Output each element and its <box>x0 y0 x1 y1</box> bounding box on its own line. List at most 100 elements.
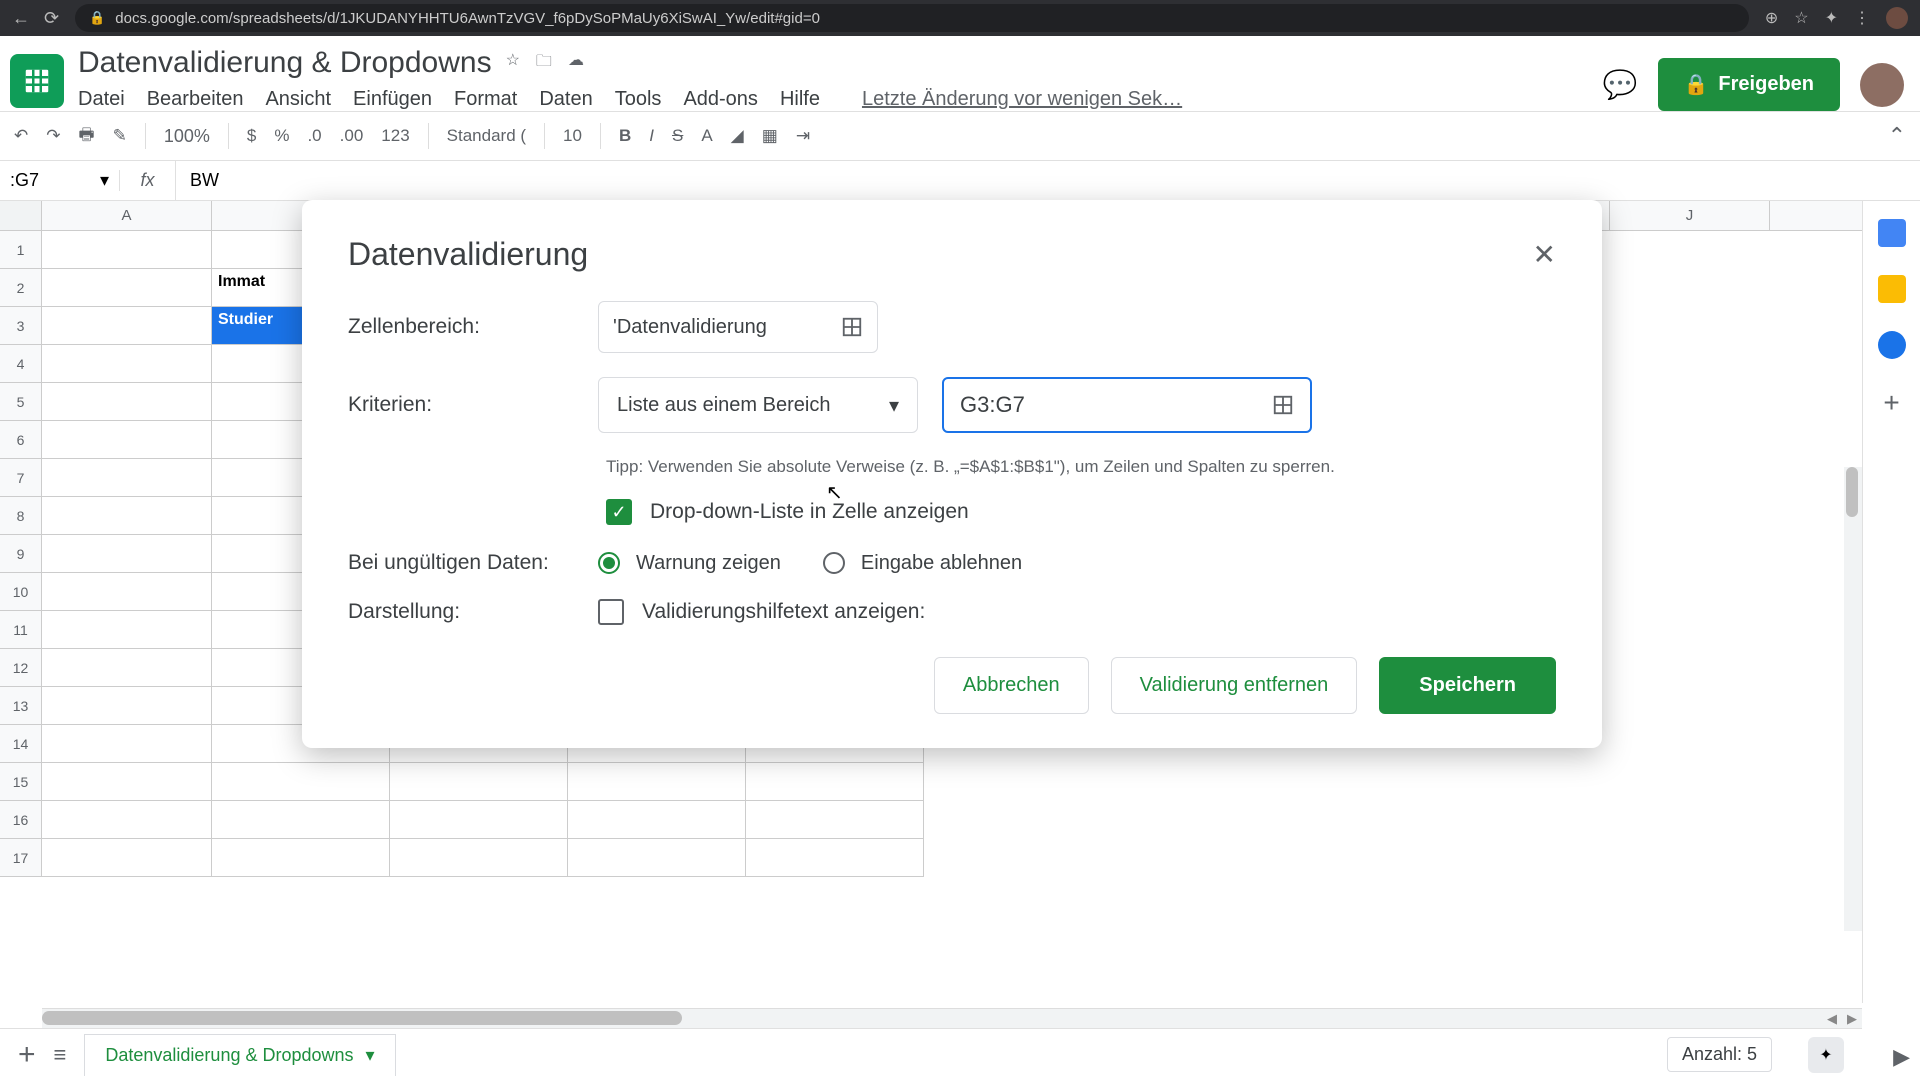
criteria-select[interactable]: Liste aus einem Bereich ▾ <box>598 377 918 433</box>
sheet-tab[interactable]: Datenvalidierung & Dropdowns ▾ <box>84 1034 395 1076</box>
cloud-icon[interactable]: ☁ <box>568 50 584 77</box>
cell[interactable] <box>42 535 212 573</box>
last-edit-link[interactable]: Letzte Änderung vor wenigen Sek… <box>862 88 1182 111</box>
cell[interactable] <box>42 725 212 763</box>
document-title[interactable]: Datenvalidierung & Dropdowns <box>78 46 492 80</box>
zoom-icon[interactable]: ⊕ <box>1765 8 1778 28</box>
undo-icon[interactable]: ↶ <box>14 126 28 146</box>
menu-einfuegen[interactable]: Einfügen <box>353 88 432 111</box>
cell[interactable] <box>42 649 212 687</box>
collapse-toolbar-icon[interactable]: ⌃ <box>1888 123 1906 149</box>
nav-back-icon[interactable]: ← <box>12 8 30 29</box>
dialog-close-button[interactable]: ✕ <box>1533 238 1556 271</box>
cell-range-input[interactable]: 'Datenvalidierung <box>598 301 878 353</box>
star-doc-icon[interactable]: ☆ <box>506 50 520 77</box>
selection-count[interactable]: Anzahl: 5 <box>1667 1037 1772 1072</box>
hscroll-right-icon[interactable]: ▶ <box>1842 1009 1862 1029</box>
more-formats[interactable]: 123 <box>381 126 409 146</box>
extension-icon[interactable]: ✦ <box>1825 8 1838 28</box>
cell[interactable] <box>42 801 212 839</box>
comments-icon[interactable]: 💬 <box>1603 68 1638 101</box>
bold-icon[interactable]: B <box>619 126 631 146</box>
range-picker-icon[interactable] <box>841 316 863 338</box>
dec-increase[interactable]: .00 <box>340 126 364 146</box>
cell[interactable] <box>746 801 924 839</box>
cell[interactable] <box>42 763 212 801</box>
cell[interactable] <box>42 611 212 649</box>
menu-bearbeiten[interactable]: Bearbeiten <box>147 88 244 111</box>
browser-avatar[interactable] <box>1886 7 1908 29</box>
cell[interactable] <box>42 269 212 307</box>
keep-icon[interactable] <box>1878 275 1906 303</box>
row-header[interactable]: 17 <box>0 839 42 877</box>
cell[interactable] <box>42 497 212 535</box>
sheets-logo[interactable] <box>10 54 64 108</box>
currency-icon[interactable]: $ <box>247 126 256 146</box>
cell[interactable] <box>212 839 390 877</box>
cell[interactable] <box>924 839 1834 877</box>
select-all-corner[interactable] <box>0 201 42 230</box>
menu-tools[interactable]: Tools <box>615 88 662 111</box>
text-color-icon[interactable]: A <box>701 126 712 146</box>
nav-reload-icon[interactable]: ⟳ <box>44 8 59 29</box>
row-header[interactable]: 14 <box>0 725 42 763</box>
row-header[interactable]: 3 <box>0 307 42 345</box>
formula-input[interactable]: BW <box>176 170 233 191</box>
row-header[interactable]: 6 <box>0 421 42 459</box>
row-header[interactable]: 5 <box>0 383 42 421</box>
font-size[interactable]: 10 <box>563 126 582 146</box>
cell[interactable] <box>390 839 568 877</box>
url-bar[interactable]: 🔒 docs.google.com/spreadsheets/d/1JKUDAN… <box>75 4 1749 32</box>
star-icon[interactable]: ☆ <box>1794 8 1808 28</box>
row-header[interactable]: 11 <box>0 611 42 649</box>
cell[interactable] <box>390 801 568 839</box>
side-panel-toggle-icon[interactable]: ▶ <box>1893 1044 1910 1070</box>
row-header[interactable]: 12 <box>0 649 42 687</box>
strike-icon[interactable]: S <box>672 126 683 146</box>
row-header[interactable]: 10 <box>0 573 42 611</box>
all-sheets-button[interactable]: ≡ <box>54 1042 67 1068</box>
font-select[interactable]: Standard ( <box>447 126 526 146</box>
cell[interactable] <box>42 345 212 383</box>
add-sheet-button[interactable]: + <box>18 1038 36 1072</box>
move-icon[interactable]: 🗀 <box>536 50 552 77</box>
cell[interactable] <box>568 839 746 877</box>
redo-icon[interactable]: ↷ <box>46 126 60 146</box>
show-dropdown-checkbox[interactable]: ✓ <box>606 499 632 525</box>
cell[interactable] <box>42 687 212 725</box>
menu-daten[interactable]: Daten <box>539 88 592 111</box>
cell[interactable] <box>924 763 1834 801</box>
row-header[interactable]: 9 <box>0 535 42 573</box>
vertical-scrollbar[interactable] <box>1844 467 1862 931</box>
cell[interactable] <box>42 573 212 611</box>
fill-color-icon[interactable]: ◢ <box>731 126 744 146</box>
save-button[interactable]: Speichern <box>1379 657 1556 714</box>
row-header[interactable]: 13 <box>0 687 42 725</box>
cell[interactable] <box>212 801 390 839</box>
account-avatar[interactable] <box>1860 63 1904 107</box>
remove-validation-button[interactable]: Validierung entfernen <box>1111 657 1358 714</box>
cell[interactable] <box>568 763 746 801</box>
menu-ansicht[interactable]: Ansicht <box>265 88 331 111</box>
explore-button[interactable]: ✦ <box>1808 1037 1844 1073</box>
percent-icon[interactable]: % <box>274 126 289 146</box>
cell[interactable] <box>746 839 924 877</box>
row-header[interactable]: 8 <box>0 497 42 535</box>
cell[interactable] <box>42 307 212 345</box>
row-header[interactable]: 1 <box>0 231 42 269</box>
cell[interactable] <box>212 763 390 801</box>
cell[interactable] <box>42 383 212 421</box>
row-header[interactable]: 16 <box>0 801 42 839</box>
paint-icon[interactable]: ✎ <box>113 126 127 146</box>
row-header[interactable]: 7 <box>0 459 42 497</box>
col-header-A[interactable]: A <box>42 201 212 230</box>
menu-addons[interactable]: Add-ons <box>683 88 758 111</box>
zoom-select[interactable]: 100% <box>164 126 210 147</box>
cell[interactable] <box>390 763 568 801</box>
print-icon[interactable]: 🖶 <box>79 122 95 151</box>
cell[interactable] <box>42 231 212 269</box>
hscroll-left-icon[interactable]: ◀ <box>1822 1009 1842 1029</box>
dec-decrease[interactable]: .0 <box>307 126 321 146</box>
cell[interactable] <box>42 421 212 459</box>
name-box[interactable]: :G7 ▾ <box>0 170 120 191</box>
